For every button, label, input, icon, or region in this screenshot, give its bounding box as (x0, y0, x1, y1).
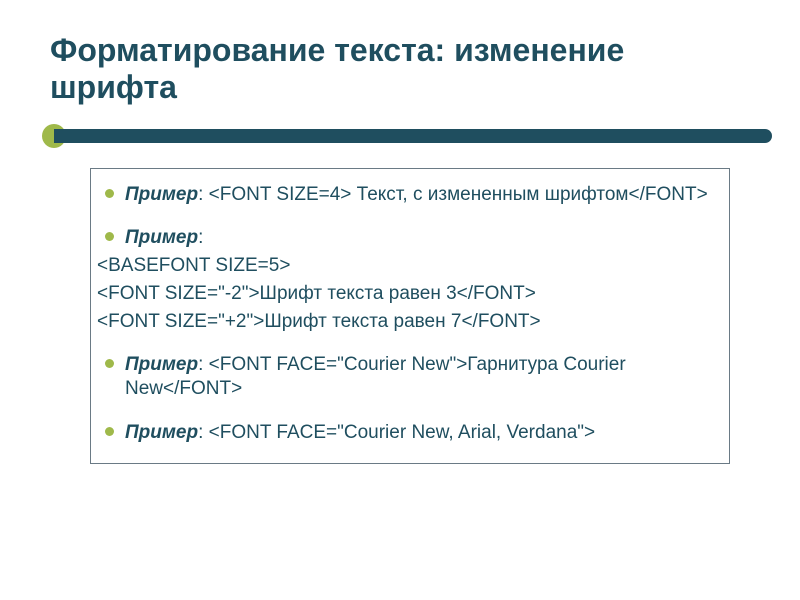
example-list: Пример: <FONT SIZE=4> Текст, с измененны… (97, 183, 711, 445)
example-1-code: : <FONT SIZE=4> Текст, с измененным шриф… (198, 184, 708, 205)
content-box: Пример: <FONT SIZE=4> Текст, с измененны… (90, 168, 730, 464)
example-3-code: : <FONT FACE="Courier New">Гарнитура Cou… (125, 354, 626, 399)
decorator-bar (54, 129, 772, 143)
example-2-line-2: <FONT SIZE="-2">Шрифт текста равен 3</FO… (97, 282, 711, 306)
example-label: Пример (125, 422, 198, 443)
example-2-header: Пример: (97, 226, 711, 250)
example-3: Пример: <FONT FACE="Courier New">Гарниту… (97, 353, 711, 401)
example-2-sep: : (198, 227, 203, 248)
example-4-code: : <FONT FACE="Courier New, Arial, Verdan… (198, 422, 595, 443)
example-label: Пример (125, 184, 198, 205)
example-2-line-1: <BASEFONT SIZE=5> (97, 254, 711, 278)
example-label: Пример (125, 354, 198, 375)
title-decorator (0, 124, 800, 148)
example-label: Пример (125, 227, 198, 248)
example-2-line-3: <FONT SIZE="+2">Шрифт текста равен 7</FO… (97, 310, 711, 334)
example-1: Пример: <FONT SIZE=4> Текст, с измененны… (97, 183, 711, 207)
slide-title: Форматирование текста: изменение шрифта (0, 0, 800, 116)
example-4: Пример: <FONT FACE="Courier New, Arial, … (97, 421, 711, 445)
